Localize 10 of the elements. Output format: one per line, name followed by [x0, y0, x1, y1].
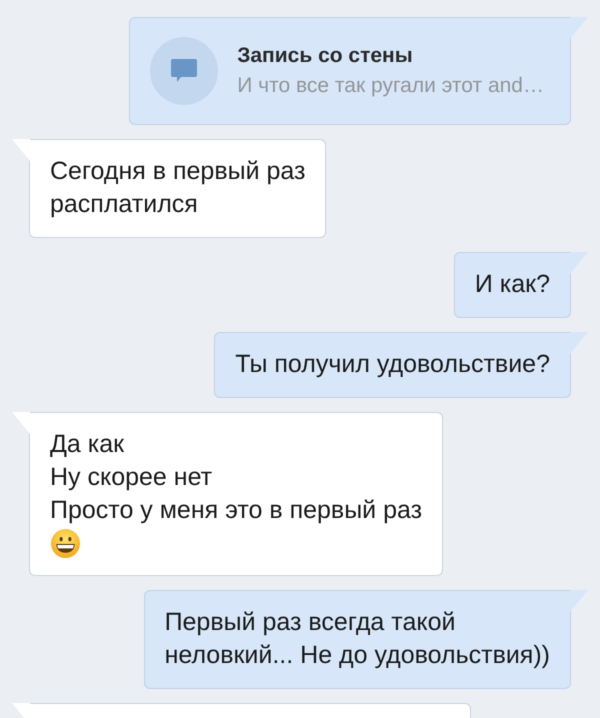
post-title: Запись со стены	[237, 44, 414, 68]
wall-post-message[interactable]: Запись со стены И что все так ругали этот and…	[129, 17, 571, 125]
post-preview: И что все так ругали этот and…	[237, 74, 544, 98]
message-text: Сегодня в первый раз расплатился	[50, 156, 306, 220]
message-text: Первый раз всегда такой неловкий... Не до удовольствия))	[164, 607, 550, 671]
message-text: И как?	[474, 269, 550, 300]
comment-icon	[150, 37, 218, 105]
message-text: Ты получил удовольствие?	[235, 349, 550, 380]
message-text: Да как Ну скорее нет Просто у меня это в первый раз	[50, 429, 422, 526]
bubble-tail	[570, 17, 588, 39]
